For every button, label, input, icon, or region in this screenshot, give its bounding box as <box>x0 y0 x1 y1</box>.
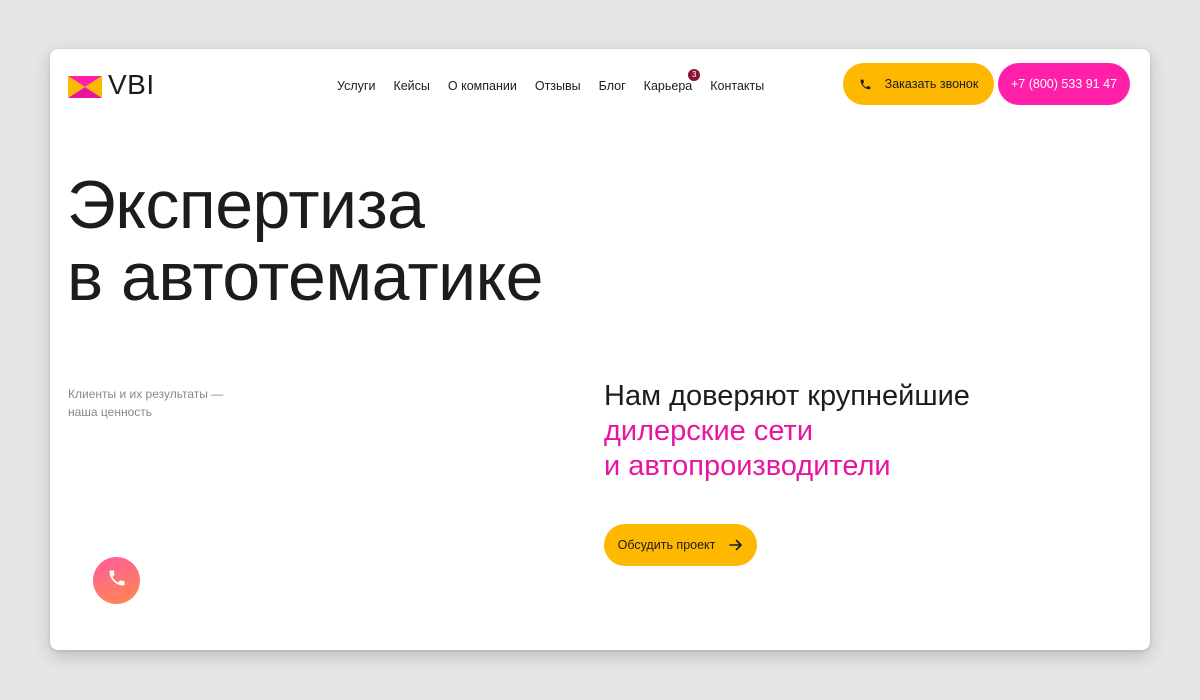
logo-text: VBI <box>108 69 155 100</box>
nav-item-contacts[interactable]: Контакты <box>710 79 764 93</box>
logo[interactable]: VBI <box>68 71 155 99</box>
nav-item-career-label: Карьера <box>643 79 693 93</box>
career-count-badge: 3 <box>688 69 701 81</box>
vbi-logo-icon <box>68 72 102 98</box>
callback-button-label: Заказать звонок <box>884 77 979 91</box>
discuss-project-label: Обсудить проект <box>617 538 716 552</box>
discuss-project-button[interactable]: Обсудить проект <box>604 524 757 566</box>
clients-caption: Клиенты и их результаты — наша ценность <box>68 385 223 421</box>
clients-caption-line-2: наша ценность <box>68 405 153 419</box>
nav-item-blog[interactable]: Блог <box>599 79 626 93</box>
nav-item-about[interactable]: О компании <box>448 79 517 93</box>
phone-icon <box>859 78 872 91</box>
nav-item-services[interactable]: Услуги <box>337 79 375 93</box>
page-title: Экспертиза в автотематике <box>67 169 543 313</box>
clients-caption-line-1: Клиенты и их результаты — <box>68 387 224 401</box>
floating-call-button[interactable] <box>93 557 140 604</box>
arrow-right-icon <box>729 539 743 551</box>
page-title-line-1: Экспертиза <box>67 167 425 243</box>
main-nav: Услуги Кейсы О компании Отзывы Блог Карь… <box>337 69 764 95</box>
phone-number-button[interactable]: +7 (800) 533 91 47 <box>998 63 1130 105</box>
trust-line-2: дилерские сети <box>604 415 814 447</box>
nav-item-reviews[interactable]: Отзывы <box>535 79 581 93</box>
page-title-line-2: в автотематике <box>67 239 543 315</box>
nav-item-career[interactable]: Карьера 3 <box>643 69 701 93</box>
callback-button[interactable]: Заказать звонок <box>843 63 994 105</box>
browser-frame: VBI Услуги Кейсы О компании Отзывы Блог … <box>50 49 1150 650</box>
trust-line-1: Нам доверяют крупнейшие <box>604 380 970 412</box>
trust-statement: Нам доверяют крупнейшие дилерские сети и… <box>604 379 970 484</box>
phone-icon <box>107 568 127 593</box>
nav-item-cases[interactable]: Кейсы <box>393 79 429 93</box>
trust-line-3: и автопроизводители <box>604 450 891 482</box>
